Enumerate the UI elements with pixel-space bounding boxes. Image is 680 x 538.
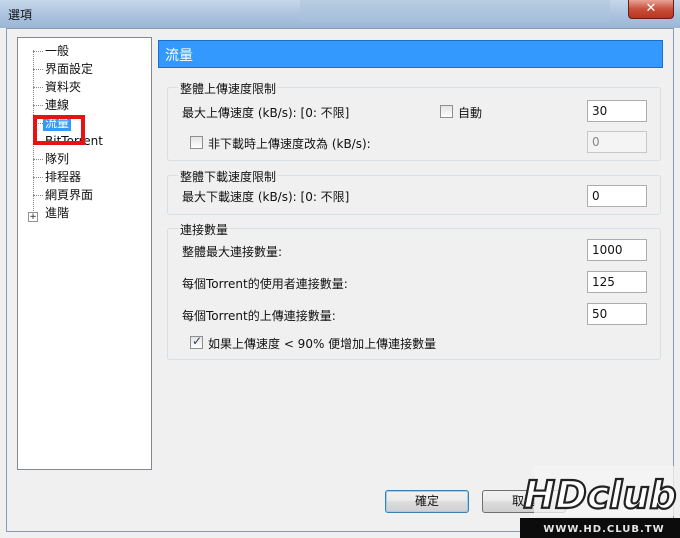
alt-upload-checkbox[interactable] (190, 136, 203, 149)
auto-upload-checkbox[interactable] (440, 105, 453, 118)
tree-connector (33, 69, 43, 70)
window-title: 選項 (8, 8, 33, 22)
tree-item-webui[interactable]: 網頁界面 (45, 188, 93, 203)
hdclub-watermark: HDclub WWW.HD.CLUB.TW (520, 466, 680, 538)
max-upload-input[interactable] (587, 100, 647, 122)
page-header: 流量 (158, 40, 663, 68)
tree-connector (33, 159, 43, 160)
auto-upload-label[interactable]: 自動 (458, 104, 482, 121)
tree-connector (33, 195, 43, 196)
options-window: 選項 ✕ 一般 界面設定 資料夾 連線 流量 BitTorrent 隊列 排程器… (0, 0, 680, 538)
tree-item-scheduler[interactable]: 排程器 (45, 170, 81, 185)
ok-button[interactable]: 確定 (385, 490, 469, 513)
client-area: 一般 界面設定 資料夾 連線 流量 BitTorrent 隊列 排程器 網頁界面… (6, 28, 674, 532)
close-icon: ✕ (645, 1, 657, 16)
upload-slots-input[interactable] (587, 303, 647, 325)
title-bar[interactable]: 選項 ✕ (0, 0, 680, 28)
annotation-highlight-box (33, 115, 85, 145)
tree-connector (33, 87, 43, 88)
download-limit-group: 整體下載速度限制 最大下載速度 (kB/s): [0: 不限] (167, 168, 661, 215)
connections-group: 連接數量 整體最大連接數量: 每個Torrent的使用者連接數量: 每個Torr… (167, 221, 661, 360)
global-connections-label: 整體最大連接數量: (182, 245, 283, 259)
peers-per-torrent-label: 每個Torrent的使用者連接數量: (182, 277, 348, 291)
tree-connector (33, 177, 43, 178)
max-download-input[interactable] (587, 185, 647, 207)
max-download-label: 最大下載速度 (kB/s): [0: 不限] (182, 190, 350, 204)
alt-upload-label[interactable]: 非下載時上傳速度改為 (kB/s): (208, 135, 371, 152)
tree-connector (33, 105, 43, 106)
group-title: 連接數量 (178, 221, 231, 238)
expand-icon[interactable]: + (28, 212, 38, 222)
tree-item-general[interactable]: 一般 (45, 44, 69, 59)
tree-item-folders[interactable]: 資料夾 (45, 80, 81, 95)
peers-per-torrent-input[interactable] (587, 271, 647, 293)
tree-item-connection[interactable]: 連線 (45, 98, 69, 113)
watermark-logo: HDclub (523, 473, 676, 517)
page-title: 流量 (165, 48, 193, 64)
auto-increase-checkbox[interactable] (190, 334, 203, 349)
group-title: 整體下載速度限制 (178, 168, 279, 185)
tree-item-ui[interactable]: 界面設定 (45, 62, 93, 77)
group-title: 整體上傳速度限制 (178, 80, 279, 97)
alt-upload-input[interactable] (587, 131, 647, 153)
tree-connector (33, 51, 43, 52)
tree-item-queue[interactable]: 隊列 (45, 152, 69, 167)
tree-item-advanced[interactable]: 進階 (45, 206, 69, 221)
upload-limit-group: 整體上傳速度限制 最大上傳速度 (kB/s): [0: 不限] 自動 非下載時上… (167, 80, 661, 161)
background-window-strip (300, 0, 610, 22)
max-upload-label: 最大上傳速度 (kB/s): [0: 不限] (182, 106, 350, 120)
watermark-url: WWW.HD.CLUB.TW (543, 524, 664, 535)
auto-increase-label[interactable]: 如果上傳速度 < 90% 便增加上傳連接數量 (208, 335, 436, 352)
close-button[interactable]: ✕ (628, 0, 674, 19)
upload-slots-label: 每個Torrent的上傳連接數量: (182, 309, 336, 323)
options-tree[interactable]: 一般 界面設定 資料夾 連線 流量 BitTorrent 隊列 排程器 網頁界面… (17, 37, 152, 470)
global-connections-input[interactable] (587, 239, 647, 261)
